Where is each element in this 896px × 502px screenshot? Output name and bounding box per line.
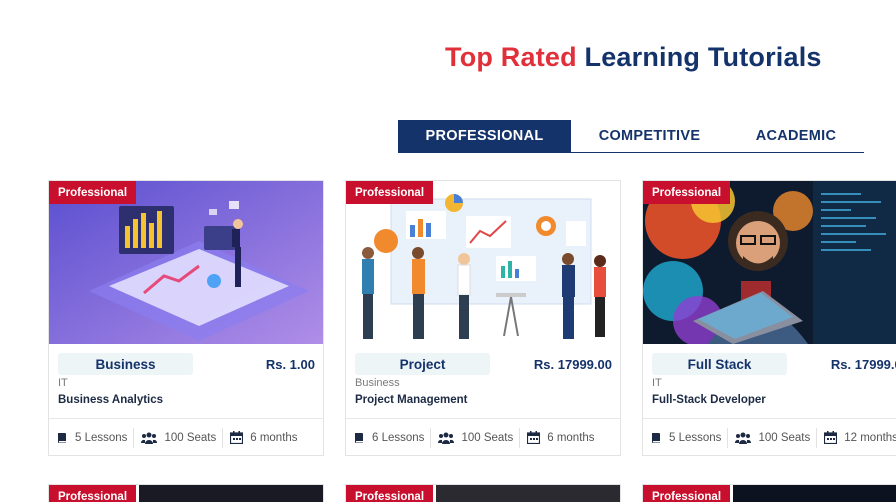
calendar-icon bbox=[824, 431, 838, 444]
course-card-full-stack-developer[interactable]: Professional Full Stack Rs. 17999.00 IT … bbox=[642, 180, 896, 456]
lessons-count: 5 Lessons bbox=[75, 431, 128, 444]
course-image[interactable] bbox=[733, 485, 896, 502]
seats-count: 100 Seats bbox=[758, 431, 811, 444]
course-badge: Professional bbox=[49, 181, 137, 204]
users-icon bbox=[141, 432, 158, 444]
course-subcategory: IT bbox=[58, 377, 68, 389]
course-image[interactable] bbox=[346, 181, 620, 344]
course-category: Full Stack bbox=[652, 353, 787, 375]
course-badge: Professional bbox=[643, 485, 731, 502]
users-icon bbox=[735, 432, 752, 444]
section-heading: Top Rated Learning Tutorials bbox=[445, 42, 822, 73]
seats-count: 100 Seats bbox=[164, 431, 217, 444]
book-icon bbox=[652, 432, 660, 443]
course-image[interactable] bbox=[49, 181, 323, 344]
course-category: Project bbox=[355, 353, 490, 375]
tab-academic[interactable]: ACADEMIC bbox=[728, 120, 864, 152]
course-card-project-management[interactable]: Professional Project Rs. 17999.00 Busine… bbox=[345, 180, 621, 456]
course-image[interactable] bbox=[436, 485, 620, 502]
course-badge: Professional bbox=[346, 181, 434, 204]
lessons-info: 6 Lessons bbox=[346, 428, 424, 448]
duration-text: 12 months bbox=[844, 431, 896, 444]
course-subcategory: IT bbox=[652, 377, 662, 389]
course-title[interactable]: Project Management bbox=[355, 394, 467, 406]
course-subcategory: Business bbox=[355, 377, 400, 389]
course-meta: 6 Lessons 100 Seats 6 months bbox=[346, 418, 620, 455]
tab-competitive[interactable]: COMPETITIVE bbox=[571, 120, 728, 152]
heading-accent: Top Rated bbox=[445, 42, 577, 72]
users-icon bbox=[438, 432, 455, 444]
category-tabs: PROFESSIONAL COMPETITIVE ACADEMIC bbox=[398, 120, 864, 153]
course-badge: Professional bbox=[49, 485, 137, 502]
duration-info: 12 months bbox=[816, 427, 896, 448]
calendar-icon bbox=[527, 431, 541, 444]
course-card-next[interactable]: Professional bbox=[48, 484, 324, 502]
seats-info: 100 Seats bbox=[727, 427, 811, 448]
book-icon bbox=[355, 432, 363, 443]
course-image[interactable] bbox=[643, 181, 896, 344]
course-image[interactable] bbox=[139, 485, 323, 502]
course-title[interactable]: Business Analytics bbox=[58, 394, 163, 406]
duration-info: 6 months bbox=[222, 427, 298, 448]
course-price: Rs. 1.00 bbox=[265, 357, 315, 372]
duration-info: 6 months bbox=[519, 427, 595, 448]
duration-text: 6 months bbox=[250, 431, 298, 444]
course-price: Rs. 17999.00 bbox=[533, 357, 612, 372]
course-card-next[interactable]: Professional bbox=[345, 484, 621, 502]
lessons-info: 5 Lessons bbox=[49, 428, 127, 448]
course-badge: Professional bbox=[643, 181, 731, 204]
seats-count: 100 Seats bbox=[461, 431, 514, 444]
course-meta: 5 Lessons 100 Seats 12 months bbox=[643, 418, 896, 455]
course-category: Business bbox=[58, 353, 193, 375]
seats-info: 100 Seats bbox=[133, 427, 217, 448]
duration-text: 6 months bbox=[547, 431, 595, 444]
lessons-count: 5 Lessons bbox=[669, 431, 722, 444]
course-card-business-analytics[interactable]: Professional Business Rs. 1.00 IT Busine… bbox=[48, 180, 324, 456]
book-icon bbox=[58, 432, 66, 443]
calendar-icon bbox=[230, 431, 244, 444]
heading-main: Learning Tutorials bbox=[584, 42, 822, 72]
seats-info: 100 Seats bbox=[430, 427, 514, 448]
lessons-info: 5 Lessons bbox=[643, 428, 721, 448]
lessons-count: 6 Lessons bbox=[372, 431, 425, 444]
course-title[interactable]: Full-Stack Developer bbox=[652, 394, 766, 406]
course-card-next[interactable]: Professional bbox=[642, 484, 896, 502]
course-meta: 5 Lessons 100 Seats 6 months bbox=[49, 418, 323, 455]
tab-professional[interactable]: PROFESSIONAL bbox=[398, 120, 571, 152]
course-price: Rs. 17999.00 bbox=[830, 357, 896, 372]
course-badge: Professional bbox=[346, 485, 434, 502]
